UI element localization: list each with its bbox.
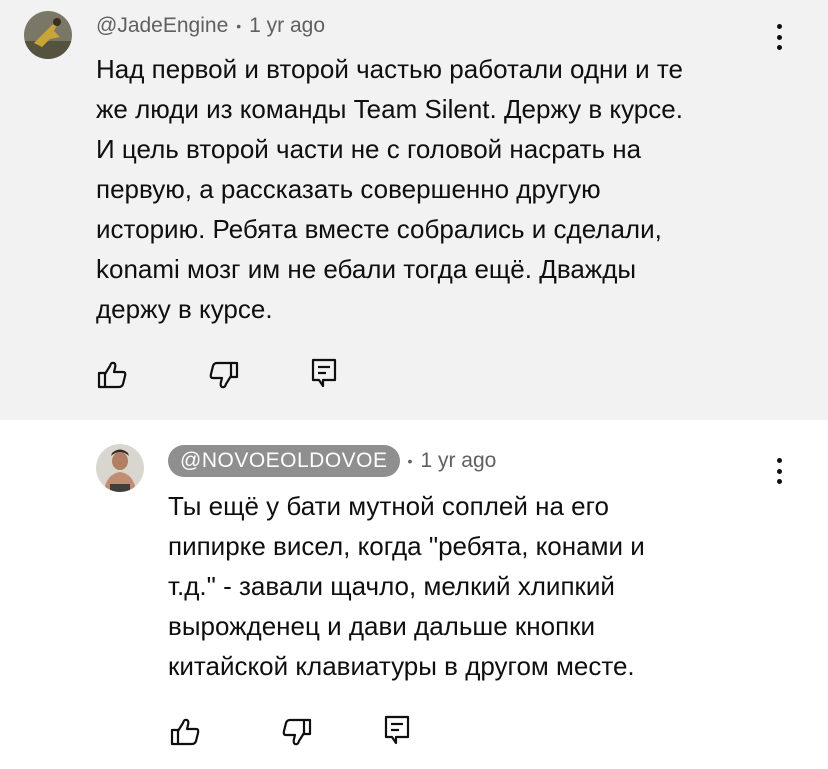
comment-line: Ты ещё у бати мутной соплей на его: [168, 491, 609, 521]
author-handle-highlighted[interactable]: @NOVOEOLDOVOE: [168, 445, 400, 477]
comment-text: Ты ещё у бати мутной соплей на его пипир…: [168, 486, 645, 686]
meta-separator: •: [407, 453, 413, 469]
comment-line: китайской клавиатуры в другом месте.: [168, 651, 635, 681]
dislike-button[interactable]: [207, 358, 241, 392]
comment-line: историю. Ребята вместе собрались и сдела…: [96, 214, 662, 244]
comment-meta: @NOVOEOLDOVOE • 1 yr ago: [168, 445, 496, 477]
comment-line: Над первой и второй частью работали одни…: [96, 54, 683, 84]
thumbs-down-icon: [282, 718, 312, 746]
comment-reply: @NOVOEOLDOVOE • 1 yr ago Ты ещё у бати м…: [0, 420, 828, 769]
comment-meta: @JadeEngine • 1 yr ago: [96, 14, 325, 38]
comment-line: konami мозг им не ебали тогда ещё. Дважд…: [96, 254, 637, 284]
comment-thread-parent: @JadeEngine • 1 yr ago Над первой и втор…: [0, 0, 828, 420]
comment-line: же люди из команды Team Silent. Держу в …: [96, 94, 683, 124]
comment-timestamp[interactable]: 1 yr ago: [249, 14, 325, 38]
reply-comment-icon: [384, 715, 410, 745]
comment-line: первую, а рассказать совершенно другую: [96, 174, 601, 204]
author-handle[interactable]: @JadeEngine: [96, 14, 228, 38]
meta-separator: •: [236, 18, 242, 34]
dislike-button[interactable]: [280, 715, 314, 749]
thumbs-down-icon: [209, 361, 239, 389]
comment-line: И цель второй части не с головой насрать…: [96, 134, 642, 164]
comment-line: вырожденец и дави дальше кнопки: [168, 611, 596, 641]
more-vertical-icon[interactable]: [769, 22, 789, 52]
comment-line: держу в курсе.: [96, 294, 273, 324]
like-button[interactable]: [168, 715, 202, 749]
comment-line: пипирке висел, когда "ребята, конами и: [168, 531, 645, 561]
thumbs-up-icon: [170, 718, 200, 746]
reply-button[interactable]: [380, 713, 414, 747]
reply-button[interactable]: [307, 356, 341, 390]
comment-text: Над первой и второй частью работали одни…: [96, 49, 683, 329]
thumbs-up-icon: [97, 361, 127, 389]
comment-line: т.д." - завали щачло, мелкий хлипкий: [168, 571, 615, 601]
like-button[interactable]: [95, 358, 129, 392]
avatar[interactable]: [24, 11, 72, 59]
avatar[interactable]: [96, 444, 144, 492]
comment-timestamp[interactable]: 1 yr ago: [420, 449, 496, 473]
more-vertical-icon[interactable]: [769, 456, 789, 486]
reply-comment-icon: [311, 358, 337, 388]
